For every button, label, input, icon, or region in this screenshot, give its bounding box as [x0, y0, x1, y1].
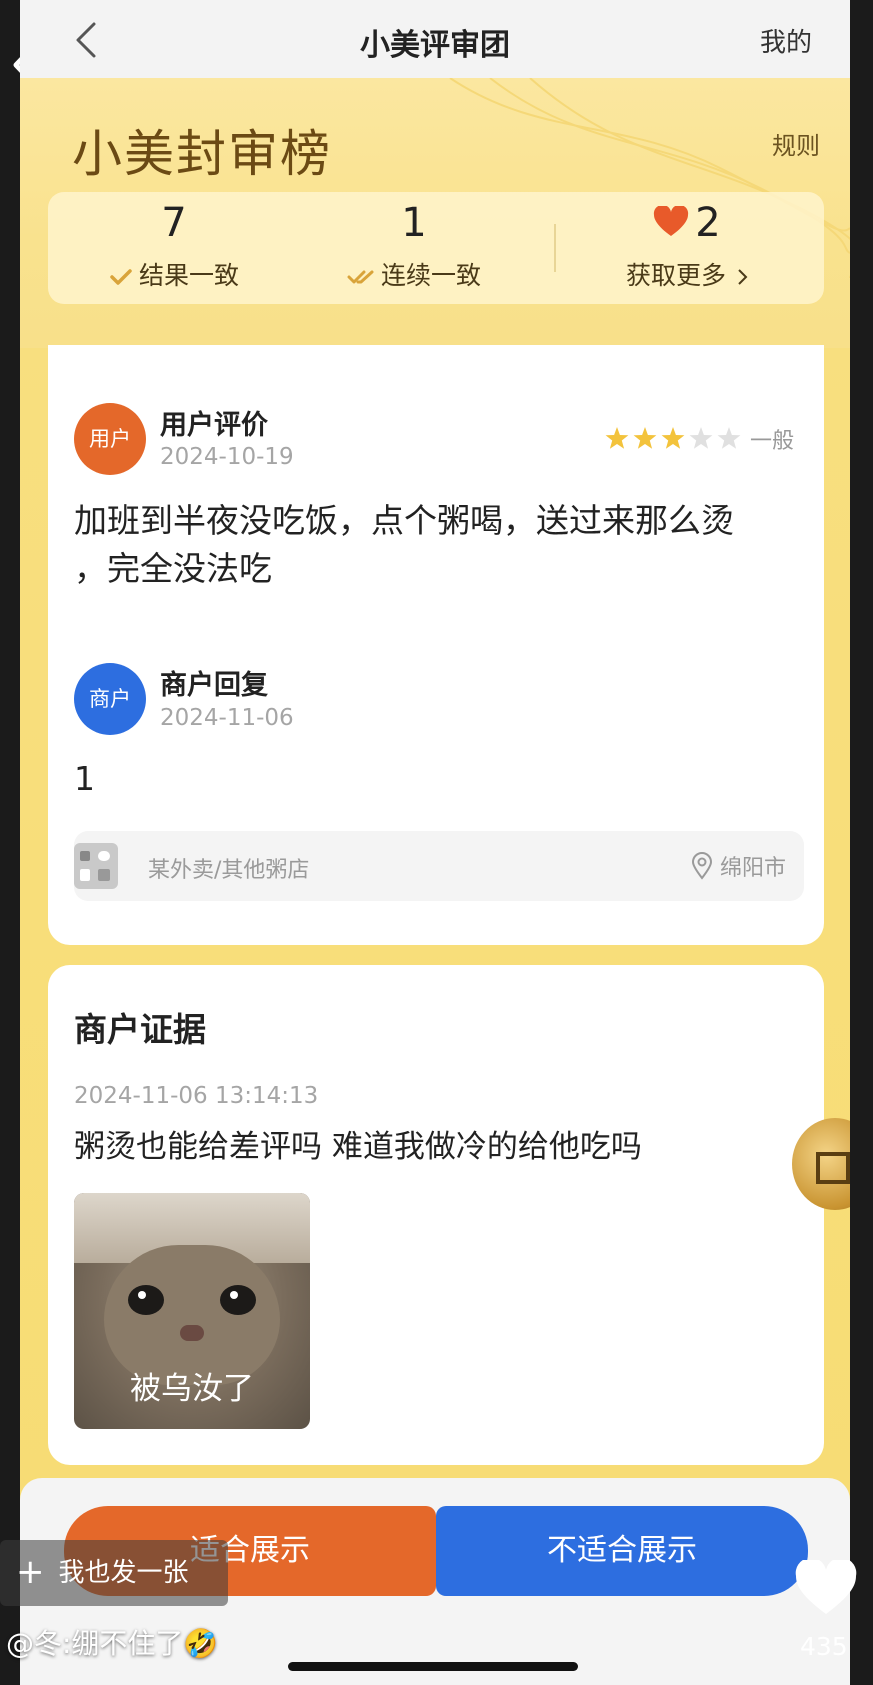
double-check-icon [347, 270, 374, 284]
stat-label-text: 结果一致 [138, 261, 239, 290]
star-filled-icon [605, 427, 629, 449]
evidence-title: 商户证据 [74, 1010, 206, 1049]
stat-number: 7 [161, 200, 187, 246]
shop-bar[interactable]: 某外卖/其他粥店 绵阳市 [74, 831, 804, 901]
review-card: 用户 用户评价 2024-10-19 一般 加班到半夜没吃饭，点个粥喝，送过来那… [48, 345, 824, 945]
get-more-link[interactable]: 获取更多 [626, 261, 726, 290]
stat-label: 连续一致 [294, 256, 534, 292]
review-date: 2024-10-19 [160, 444, 294, 470]
shop-city: 绵阳市 [719, 856, 786, 881]
hero-banner: 小美封审榜 规则 7 结果一致 1 连续一致 2 获取更多 [20, 78, 850, 348]
heart-icon [654, 204, 689, 236]
heart-count: 2 [695, 200, 721, 246]
stat-number: 2 [556, 200, 818, 246]
evidence-text: 粥烫也能给差评吗 难道我做冷的给他吃吗 [74, 1129, 642, 1165]
chevron-right-icon [738, 269, 748, 285]
location-pin-icon [691, 852, 712, 880]
evidence-card: 商户证据 2024-11-06 13:14:13 粥烫也能给差评吗 难道我做冷的… [48, 965, 824, 1465]
shop-thumbnail [74, 843, 118, 889]
user-avatar: 用户 [74, 403, 146, 475]
star-filled-icon [633, 427, 657, 449]
stat-streak-match: 1 连续一致 [294, 192, 534, 304]
stat-label: 获取更多 [556, 256, 818, 292]
like-heart-icon[interactable] [794, 1560, 858, 1618]
review-author: 用户评价 [160, 410, 268, 441]
meme-caption: 被乌汝了 [130, 1371, 254, 1407]
stat-label: 结果一致 [54, 256, 294, 292]
plus-icon: + [16, 1551, 45, 1592]
star-rating-icons [605, 427, 741, 449]
like-count: 435 [800, 1632, 848, 1661]
reply-date: 2024-11-06 [160, 705, 294, 731]
rule-link[interactable]: 规则 [772, 126, 820, 161]
stat-result-match: 7 结果一致 [54, 192, 294, 304]
star-filled-icon [661, 427, 685, 449]
stat-label-text: 连续一致 [380, 261, 481, 290]
rating-label: 一般 [749, 429, 794, 454]
post-one-too-label: 我也发一张 [58, 1558, 189, 1588]
stats-panel: 7 结果一致 1 连续一致 2 获取更多 [48, 192, 824, 304]
reply-text: 1 [74, 759, 95, 798]
reply-author: 商户回复 [160, 670, 268, 701]
review-text: 加班到半夜没吃饭，点个粥喝，送过来那么烫 ，完全没法吃 [74, 497, 804, 593]
unfit-button[interactable]: 不适合展示 [436, 1506, 808, 1596]
star-empty-icon [717, 427, 741, 449]
post-one-too-button[interactable]: + 我也发一张 [0, 1540, 228, 1606]
review-text-line: ，完全没法吃 [74, 549, 272, 588]
mine-link[interactable]: 我的 [760, 22, 812, 59]
hero-title: 小美封审榜 [72, 125, 332, 183]
shop-name: 某外卖/其他粥店 [148, 858, 310, 883]
phone-screen: 小美评审团 我的 小美封审榜 规则 7 结果一致 1 连续一致 2 获取更多 用… [20, 0, 850, 1685]
stat-hearts[interactable]: 2 获取更多 [556, 192, 818, 304]
merchant-avatar: 商户 [74, 663, 146, 735]
comment-overlay: @冬:绷不住了🤣 [6, 1627, 219, 1660]
home-indicator [288, 1662, 578, 1671]
check-icon [110, 269, 132, 285]
shop-location: 绵阳市 [691, 850, 786, 882]
evidence-meme-image[interactable]: 被乌汝了 [74, 1193, 310, 1429]
star-empty-icon [689, 427, 713, 449]
nav-bar: 小美评审团 我的 [20, 0, 850, 78]
rating-stars: 一般 [603, 423, 794, 454]
review-text-line: 加班到半夜没吃饭，点个粥喝，送过来那么烫 [74, 501, 734, 540]
evidence-datetime: 2024-11-06 13:14:13 [74, 1083, 319, 1109]
page-title: 小美评审团 [360, 28, 510, 63]
stat-number: 1 [401, 200, 427, 246]
